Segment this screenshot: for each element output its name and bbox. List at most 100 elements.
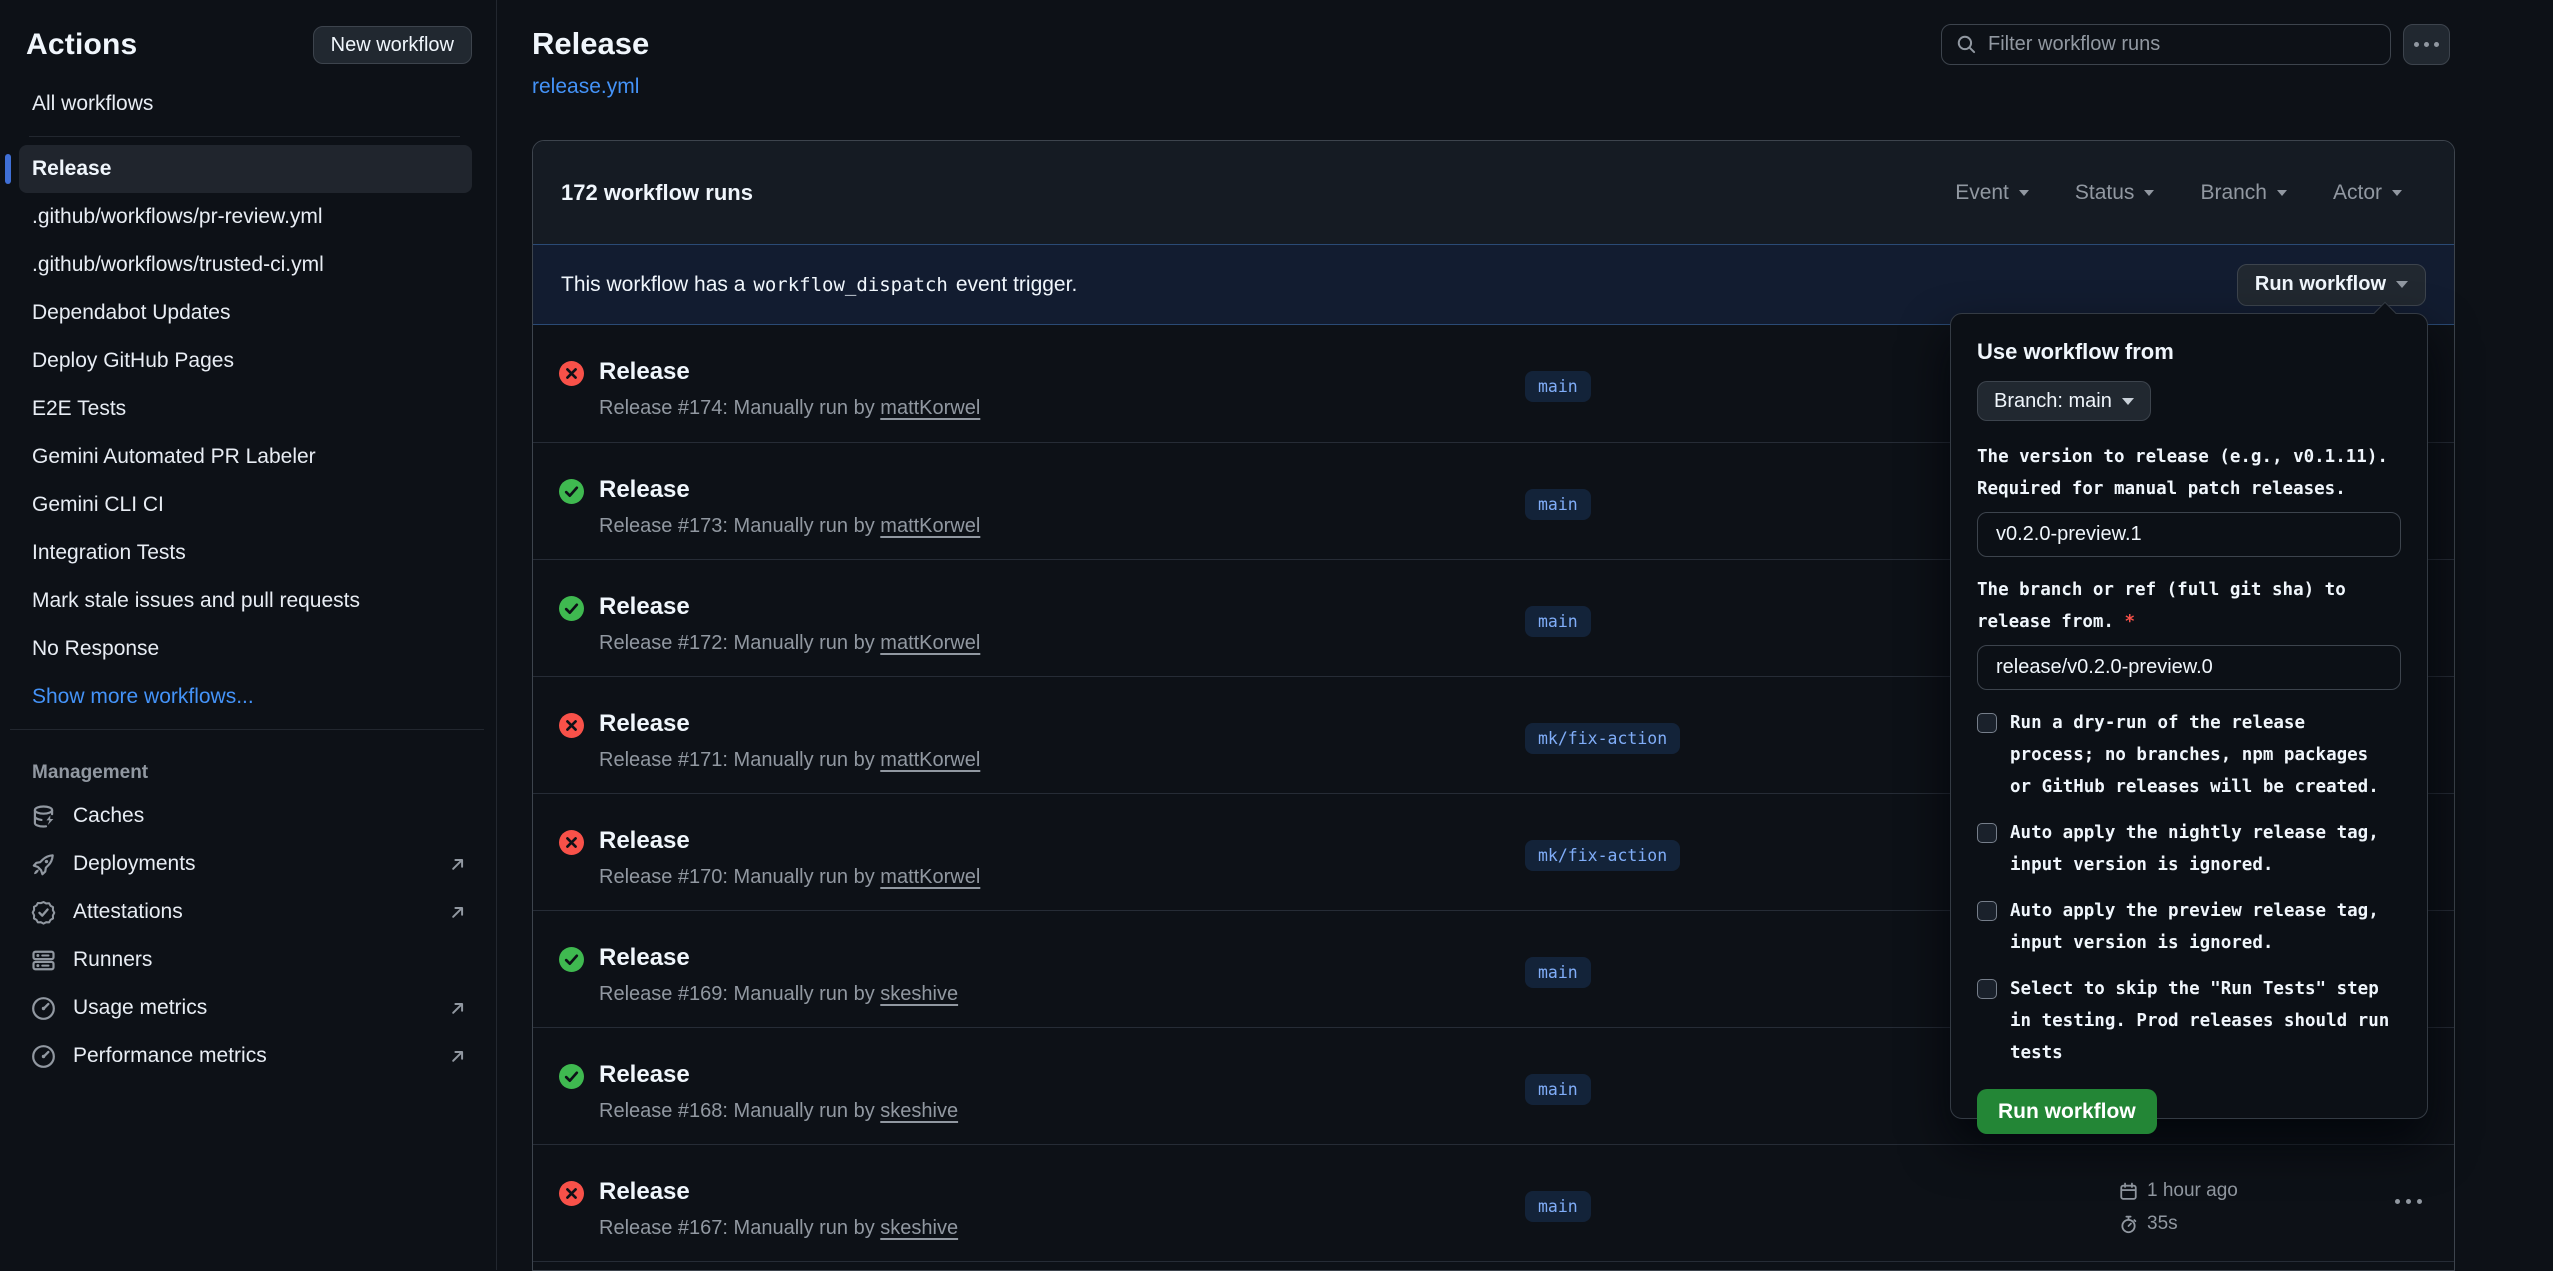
run-title[interactable]: Release	[599, 1061, 958, 1089]
run-link[interactable]: Release Release #169: Manually run by ske…	[559, 944, 958, 1006]
filter-branch[interactable]: Branch	[2200, 181, 2287, 205]
actor-link[interactable]: skeshive	[880, 983, 958, 1005]
branch-badge[interactable]: main	[1525, 371, 1591, 402]
actions-sidebar: Actions New workflow All workflows Relea…	[0, 0, 497, 1270]
sidebar-item-gemini-automated-pr-labeler[interactable]: Gemini Automated PR Labeler	[19, 433, 472, 481]
run-title[interactable]: Release	[599, 358, 980, 386]
checkbox-label: Select to skip the "Run Tests" step in t…	[2010, 973, 2391, 1069]
filter-workflow-runs-input[interactable]	[1988, 33, 2376, 56]
management-section-label: Management	[0, 738, 496, 792]
version-input-label: The version to release (e.g., v0.1.11). …	[1977, 441, 2401, 505]
run-workflow-submit-button[interactable]: Run workflow	[1977, 1089, 2157, 1134]
search-icon	[1956, 34, 1977, 55]
sidebar-item-no-response[interactable]: No Response	[19, 625, 472, 673]
sidebar-divider	[29, 136, 460, 137]
run-title[interactable]: Release	[599, 944, 958, 972]
run-link[interactable]: Release Release #167: Manually run by ske…	[559, 1178, 958, 1240]
checkbox-label: Run a dry-run of the release process; no…	[2010, 707, 2391, 803]
runs-filters: Event Status Branch Actor	[1955, 181, 2402, 205]
run-workflow-dropdown-button[interactable]: Run workflow	[2237, 264, 2426, 306]
sidebar-item-deploy-github-pages[interactable]: Deploy GitHub Pages	[19, 337, 472, 385]
run-description: Release #169: Manually run by skeshive	[599, 983, 958, 1006]
external-link-icon	[447, 854, 468, 875]
branch-badge[interactable]: main	[1525, 489, 1591, 520]
sidebar-item-usage-metrics[interactable]: Usage metrics	[0, 984, 496, 1032]
checkbox-input-3[interactable]	[1977, 979, 1997, 999]
branch-badge[interactable]: mk/fix-action	[1525, 840, 1680, 871]
sidebar-item-attestations[interactable]: Attestations	[0, 888, 496, 936]
sidebar-item--github-workflows-pr-review-yml[interactable]: .github/workflows/pr-review.yml	[19, 193, 472, 241]
sidebar-item-caches[interactable]: Caches	[0, 792, 496, 840]
actor-link[interactable]: mattKorwel	[880, 749, 980, 771]
workflow-file-link[interactable]: release.yml	[532, 75, 639, 99]
actor-link[interactable]: mattKorwel	[880, 397, 980, 419]
run-link[interactable]: ReleaseRelease #174: Manually run by mat…	[559, 358, 980, 420]
run-description: Release #168: Manually run by skeshive	[599, 1100, 958, 1123]
sidebar-item-deployments[interactable]: Deployments	[0, 840, 496, 888]
sidebar-item-integration-tests[interactable]: Integration Tests	[19, 529, 472, 577]
sidebar-item-mark-stale-issues-and-pull-requests[interactable]: Mark stale issues and pull requests	[19, 577, 472, 625]
checkbox-input-0[interactable]	[1977, 713, 1997, 733]
branch-badge[interactable]: main	[1525, 606, 1591, 637]
run-workflow-panel: Use workflow from Branch: main The versi…	[1950, 313, 2428, 1119]
new-workflow-button[interactable]: New workflow	[313, 26, 472, 64]
checkbox-label: Auto apply the preview release tag, inpu…	[2010, 895, 2391, 959]
sidebar-item-performance-metrics[interactable]: Performance metrics	[0, 1032, 496, 1080]
sidebar-item-label: Usage metrics	[73, 996, 207, 1020]
run-title[interactable]: Release	[599, 476, 980, 504]
actor-link[interactable]: skeshive	[880, 1100, 958, 1122]
branch-badge[interactable]: main	[1525, 1191, 1591, 1222]
actor-link[interactable]: mattKorwel	[880, 632, 980, 654]
run-options-kebab-button[interactable]	[2395, 1199, 2422, 1204]
runs-count: 172 workflow runs	[561, 180, 753, 206]
show-more-workflows-link[interactable]: Show more workflows...	[19, 673, 472, 721]
run-meta: 1 hour ago35s	[2119, 1178, 2238, 1244]
branch-select-button[interactable]: Branch: main	[1977, 381, 2151, 421]
filter-event[interactable]: Event	[1955, 181, 2029, 205]
workflow-run-row: Release Release #167: Manually run by ske…	[533, 1144, 2454, 1261]
run-description: Release #167: Manually run by skeshive	[599, 1217, 958, 1240]
run-title[interactable]: Release	[599, 827, 980, 855]
run-link[interactable]: Release Release #173: Manually run by mat…	[559, 476, 980, 538]
chevron-down-icon	[2144, 190, 2154, 196]
branch-badge[interactable]: main	[1525, 1074, 1591, 1105]
checkbox-input-1[interactable]	[1977, 823, 1997, 843]
sidebar-item-all-workflows[interactable]: All workflows	[19, 80, 472, 128]
branch-badge[interactable]: main	[1525, 957, 1591, 988]
run-link[interactable]: Release Release #172: Manually run by mat…	[559, 593, 980, 655]
version-input[interactable]	[1977, 512, 2401, 557]
sidebar-item-runners[interactable]: Runners	[0, 936, 496, 984]
filter-actor[interactable]: Actor	[2333, 181, 2402, 205]
filter-status[interactable]: Status	[2075, 181, 2155, 205]
run-description: Release #172: Manually run by mattKorwel	[599, 632, 980, 655]
external-link-icon	[447, 902, 468, 923]
page-title: Release	[532, 26, 649, 62]
sidebar-item-dependabot-updates[interactable]: Dependabot Updates	[19, 289, 472, 337]
run-description: Release #173: Manually run by mattKorwel	[599, 515, 980, 538]
actor-link[interactable]: mattKorwel	[880, 515, 980, 537]
run-link[interactable]: Release Release #168: Manually run by ske…	[559, 1061, 958, 1123]
run-title[interactable]: Release	[599, 1178, 958, 1206]
cache-icon	[31, 804, 56, 829]
checkbox-input-2[interactable]	[1977, 901, 1997, 921]
sidebar-item-gemini-cli-ci[interactable]: Gemini CLI CI	[19, 481, 472, 529]
workflow-options-kebab-button[interactable]	[2403, 24, 2450, 65]
chevron-down-icon	[2277, 190, 2287, 196]
run-link[interactable]: ReleaseRelease #171: Manually run by mat…	[559, 710, 980, 772]
actor-link[interactable]: skeshive	[880, 1217, 958, 1239]
run-link[interactable]: ReleaseRelease #170: Manually run by mat…	[559, 827, 980, 889]
chevron-down-icon	[2396, 281, 2408, 288]
sidebar-item--github-workflows-trusted-ci-yml[interactable]: .github/workflows/trusted-ci.yml	[19, 241, 472, 289]
run-duration: 35s	[2119, 1211, 2238, 1237]
server-icon	[31, 948, 56, 973]
run-title[interactable]: Release	[599, 593, 980, 621]
actor-link[interactable]: mattKorwel	[880, 866, 980, 888]
run-title[interactable]: Release	[599, 710, 980, 738]
sidebar-item-release[interactable]: Release	[19, 145, 472, 193]
filter-workflow-runs-box	[1941, 24, 2391, 65]
branch-badge[interactable]: mk/fix-action	[1525, 723, 1680, 754]
sidebar-item-label: Runners	[73, 948, 152, 972]
ref-input[interactable]	[1977, 645, 2401, 690]
chevron-down-icon	[2019, 190, 2029, 196]
sidebar-item-e2e-tests[interactable]: E2E Tests	[19, 385, 472, 433]
